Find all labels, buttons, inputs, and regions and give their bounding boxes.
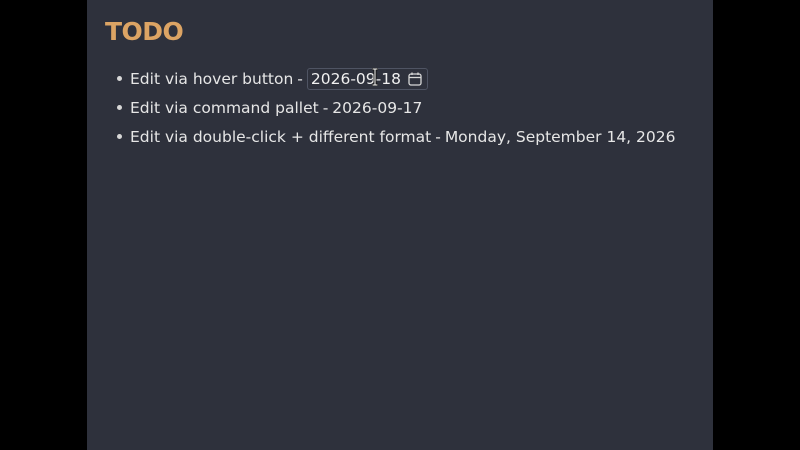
text-cursor-icon xyxy=(372,68,378,86)
date-value[interactable]: 2026-09-17 xyxy=(332,99,422,117)
item-label: Edit via command pallet xyxy=(130,98,319,117)
item-label: Edit via hover button xyxy=(130,69,294,88)
bullet-icon xyxy=(117,105,122,110)
todo-list: Edit via hover button - 2026-09-18 Edit … xyxy=(117,64,675,151)
item-separator: - xyxy=(322,98,329,117)
item-separator: - xyxy=(297,69,303,88)
editor-pane[interactable]: TODO Edit via hover button - 2026-09-18 xyxy=(87,0,713,450)
list-item[interactable]: Edit via double-click + different format… xyxy=(117,122,675,151)
date-input[interactable]: 2026-09-18 xyxy=(306,67,428,90)
list-item[interactable]: Edit via hover button - 2026-09-18 xyxy=(117,64,675,93)
list-item[interactable]: Edit via command pallet - 2026-09-17 xyxy=(117,93,675,122)
calendar-icon[interactable] xyxy=(407,71,423,87)
item-label: Edit via double-click + different format xyxy=(130,127,432,146)
date-value[interactable]: Monday, September 14, 2026 xyxy=(445,128,676,146)
bullet-icon xyxy=(117,134,122,139)
page-title: TODO xyxy=(105,17,184,46)
bullet-icon xyxy=(117,76,122,81)
app-frame: TODO Edit via hover button - 2026-09-18 xyxy=(0,0,800,450)
item-separator: - xyxy=(435,127,441,146)
date-input-value[interactable]: 2026-09-18 xyxy=(311,70,401,88)
